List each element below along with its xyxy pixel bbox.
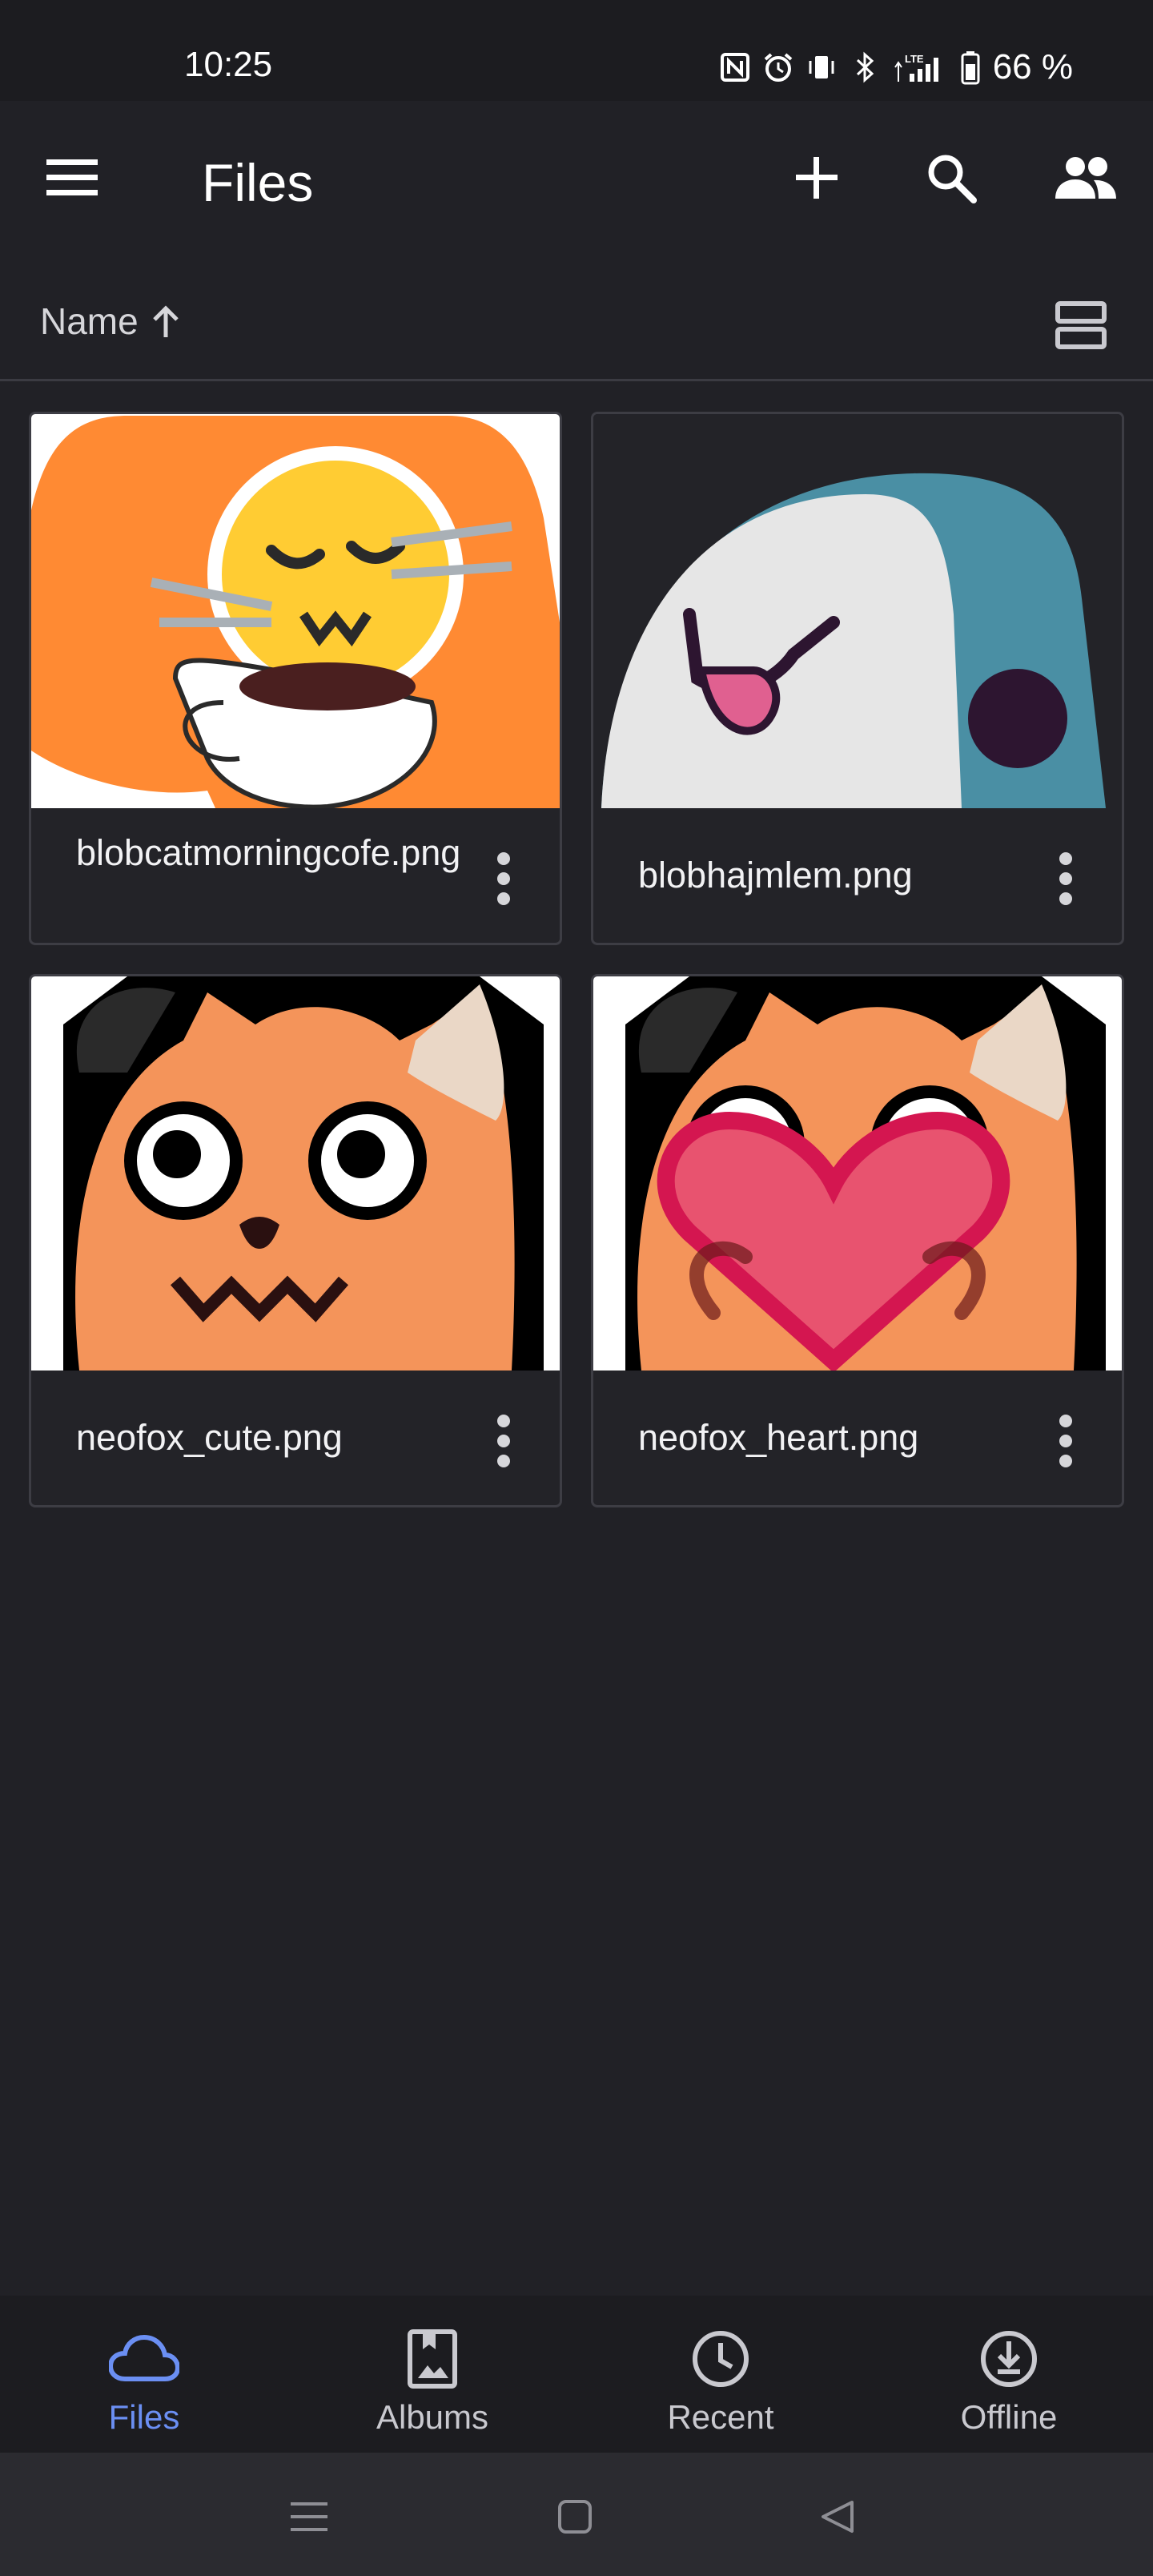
system-navigation-bar xyxy=(0,2453,1153,2576)
app-bar: Files xyxy=(0,101,1153,261)
file-name: neofox_cute.png xyxy=(76,1417,343,1458)
list-view-icon xyxy=(1055,301,1107,349)
sort-label: Name xyxy=(40,300,139,342)
svg-text:LTE: LTE xyxy=(905,53,924,65)
battery-level: 66 % xyxy=(992,47,1073,87)
file-name: neofox_heart.png xyxy=(638,1417,919,1458)
more-vert-icon xyxy=(1059,1415,1072,1467)
nav-item-files[interactable]: Files xyxy=(0,2296,288,2453)
back-button[interactable] xyxy=(805,2485,870,2549)
more-options-button[interactable] xyxy=(480,1409,528,1473)
more-vert-icon xyxy=(497,852,510,905)
vibrate-icon xyxy=(805,50,838,85)
file-thumbnail xyxy=(31,976,560,1371)
bottom-navigation: Files Albums Recent Offline xyxy=(0,2296,1153,2453)
download-icon xyxy=(973,2323,1045,2395)
clock-icon xyxy=(685,2323,757,2395)
shared-icon xyxy=(1055,157,1116,199)
home-button[interactable] xyxy=(543,2485,607,2549)
file-thumbnail xyxy=(593,976,1122,1371)
recents-icon xyxy=(291,2502,327,2531)
hamburger-icon xyxy=(46,159,98,195)
album-icon xyxy=(396,2323,468,2395)
nfc-icon xyxy=(719,50,751,85)
nav-item-albums[interactable]: Albums xyxy=(288,2296,576,2453)
bluetooth-icon xyxy=(849,50,881,85)
more-vert-icon xyxy=(497,1415,510,1467)
more-vert-icon xyxy=(1059,852,1072,905)
file-name: blobhajmlem.png xyxy=(638,855,913,896)
nav-item-recent[interactable]: Recent xyxy=(576,2296,865,2453)
add-button[interactable] xyxy=(777,138,857,218)
layout-toggle-button[interactable] xyxy=(1041,285,1121,365)
battery-icon xyxy=(959,50,982,85)
file-card[interactable]: blobhajmlem.png xyxy=(591,412,1124,945)
home-icon xyxy=(558,2500,592,2534)
nav-label-files: Files xyxy=(108,2398,180,2436)
file-thumbnail xyxy=(593,414,1122,808)
nav-label-albums: Albums xyxy=(376,2398,489,2436)
sort-button[interactable]: Name xyxy=(40,300,182,343)
nav-label-offline: Offline xyxy=(960,2398,1058,2436)
lte-signal-icon: LTE xyxy=(892,50,948,85)
menu-button[interactable] xyxy=(32,138,112,218)
shared-button[interactable] xyxy=(1046,138,1126,218)
search-icon xyxy=(928,155,977,203)
nav-label-recent: Recent xyxy=(667,2398,774,2436)
page-title: Files xyxy=(202,153,314,212)
arrow-up-icon xyxy=(152,305,179,337)
back-icon xyxy=(822,2501,854,2533)
nav-item-offline[interactable]: Offline xyxy=(865,2296,1153,2453)
cloud-icon xyxy=(108,2323,180,2395)
file-thumbnail xyxy=(31,414,560,808)
file-name: blobcatmorningcofe.png xyxy=(76,832,461,873)
status-icons: LTE 66 % xyxy=(719,45,1073,90)
more-options-button[interactable] xyxy=(1042,847,1090,911)
status-time: 10:25 xyxy=(184,45,273,84)
more-options-button[interactable] xyxy=(1042,1409,1090,1473)
alarm-icon xyxy=(762,50,794,85)
search-button[interactable] xyxy=(911,138,991,218)
more-options-button[interactable] xyxy=(480,847,528,911)
file-card[interactable]: blobcatmorningcofe.png xyxy=(29,412,562,945)
file-card[interactable]: neofox_cute.png xyxy=(29,974,562,1507)
sort-row: Name xyxy=(0,269,1153,381)
files-screen: 10:25 LTE 66 % Files Name blobcatmorning… xyxy=(0,0,1153,2576)
recents-button[interactable] xyxy=(277,2485,341,2549)
file-card[interactable]: neofox_heart.png xyxy=(591,974,1124,1507)
status-bar: 10:25 LTE 66 % xyxy=(0,0,1153,101)
add-icon xyxy=(796,157,838,199)
